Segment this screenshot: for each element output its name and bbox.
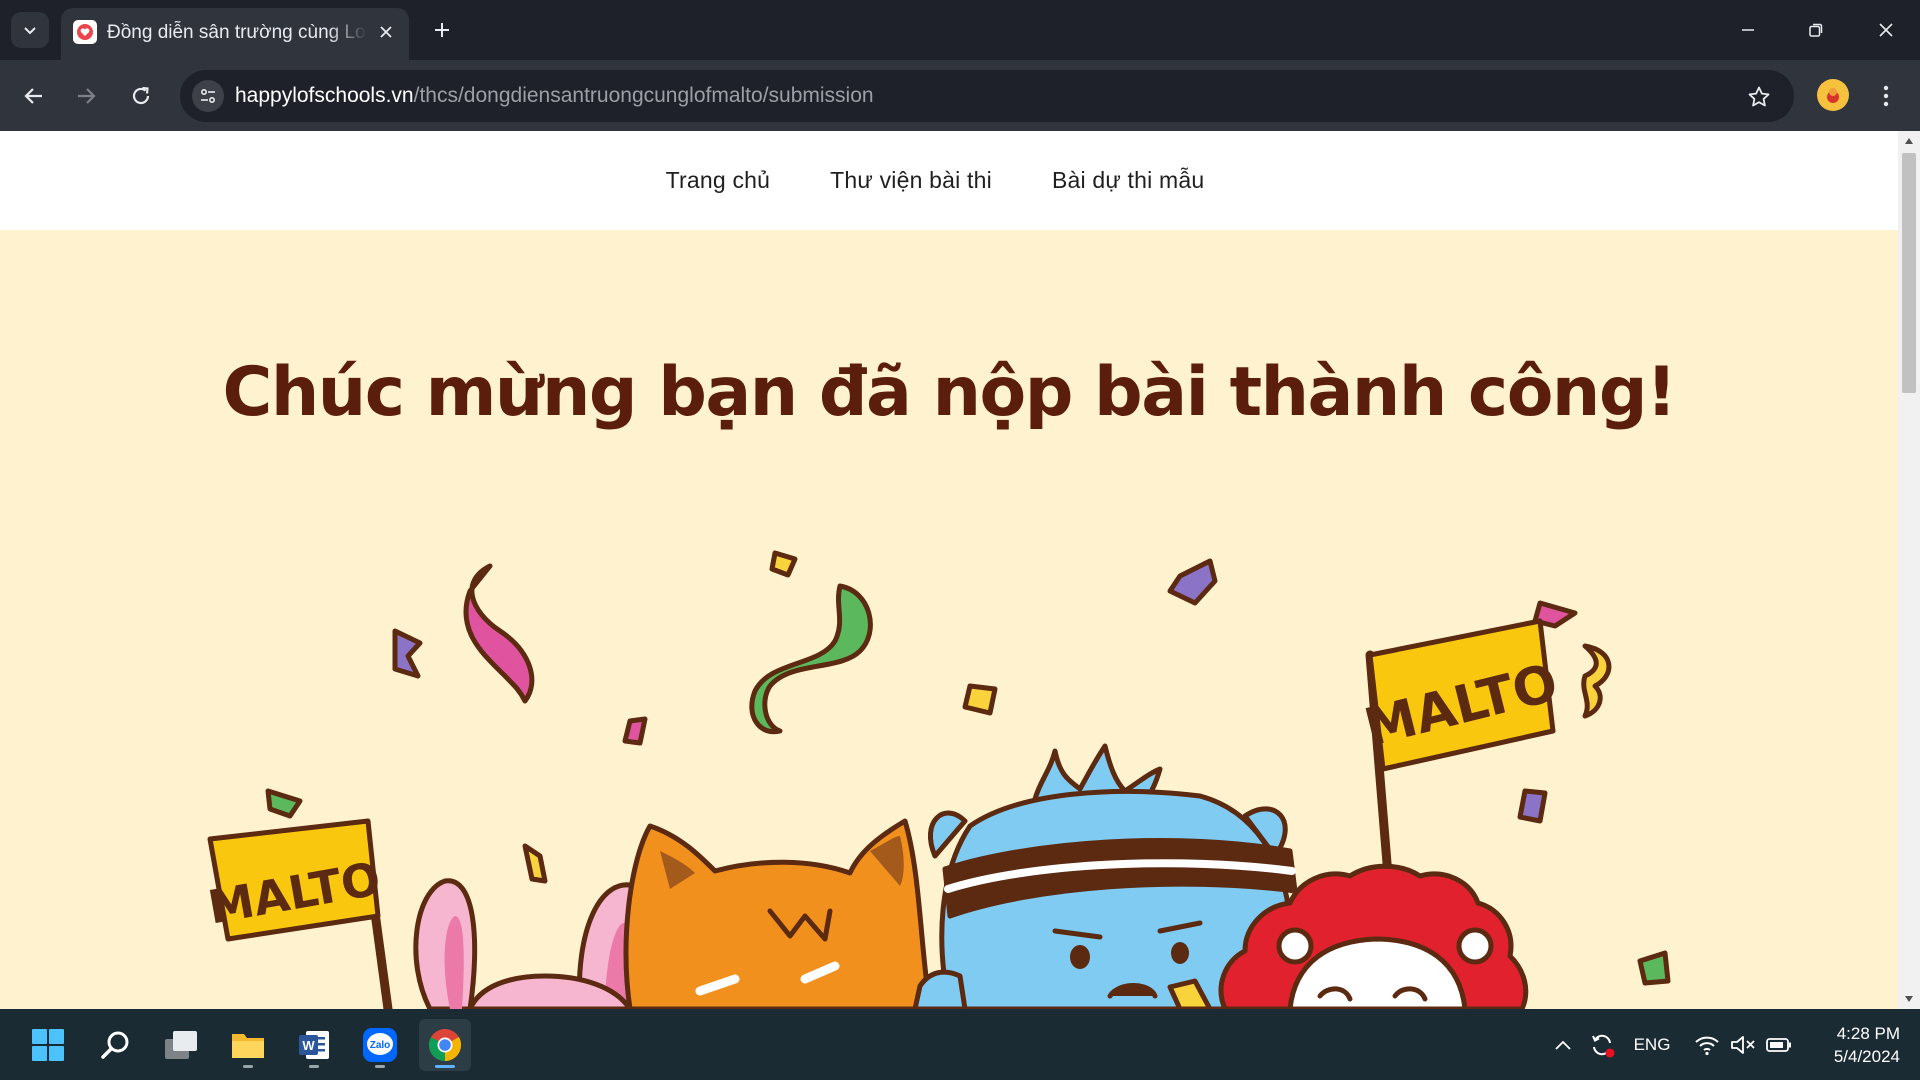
battery-button[interactable]: [1764, 1009, 1794, 1080]
avatar-icon: [1827, 88, 1839, 103]
confetti-yellow-squiggle: [1581, 643, 1612, 719]
tab-title: Đồng diễn sân trường cùng Lof: [107, 22, 367, 43]
celebration-illustration: MALTO MALTO: [204, 550, 1671, 1009]
close-icon: [1879, 23, 1893, 37]
clock-date: 5/4/2024: [1833, 1047, 1900, 1066]
page-scrollbar[interactable]: [1898, 131, 1920, 1009]
file-explorer-button[interactable]: [222, 1019, 274, 1071]
zalo-button[interactable]: Zalo: [354, 1019, 406, 1071]
confetti-purple-3: [1517, 788, 1548, 824]
search-icon: [101, 1031, 129, 1059]
confetti-pink-ribbon: [463, 563, 535, 704]
taskbar-search-button[interactable]: [90, 1019, 142, 1071]
chevron-down-icon: [24, 27, 36, 35]
scroll-down-arrow-icon[interactable]: [1898, 989, 1920, 1009]
minimize-icon: [1742, 29, 1754, 31]
page-title: Chúc mừng bạn đã nộp bài thành công!: [222, 353, 1677, 432]
url-path: /thcs/dongdiensantruongcunglofmalto/subm…: [413, 84, 874, 107]
word-icon: W: [299, 1031, 329, 1059]
profile-avatar[interactable]: [1817, 79, 1849, 111]
bookmark-star-icon[interactable]: [1744, 82, 1774, 112]
wifi-icon: [1695, 1036, 1719, 1055]
arrow-right-icon: [78, 88, 96, 104]
nav-link-home[interactable]: Trang chủ: [666, 167, 771, 194]
plus-icon: [435, 23, 449, 37]
sync-icon: [1592, 1034, 1615, 1057]
volume-button[interactable]: [1728, 1009, 1758, 1080]
browser-menu-button[interactable]: [1872, 79, 1900, 113]
battery-icon: [1766, 1037, 1791, 1052]
chrome-button[interactable]: [419, 1019, 471, 1071]
svg-text:Zalo: Zalo: [370, 1040, 391, 1051]
volume-muted-icon: [1731, 1035, 1755, 1054]
address-bar[interactable]: happylofschools.vn/thcs/dongdiensantruon…: [180, 70, 1794, 122]
arrow-left-icon: [24, 88, 42, 104]
confetti-green-ribbon: [749, 583, 873, 735]
windows-taskbar: W Zalo ENG 4:28 PM 5/4/2024: [0, 1009, 1920, 1080]
nav-link-sample[interactable]: Bài dự thi mẫu: [1052, 167, 1204, 194]
restore-button[interactable]: [1782, 0, 1850, 60]
new-tab-button[interactable]: [424, 12, 460, 48]
clock-time: 4:28 PM: [1836, 1024, 1900, 1043]
browser-tab[interactable]: Đồng diễn sân trường cùng Lof: [61, 8, 409, 60]
chevron-up-icon: [1555, 1040, 1571, 1050]
chrome-icon: [428, 1029, 462, 1061]
close-tab-icon[interactable]: [374, 20, 398, 44]
tab-search-button[interactable]: [11, 12, 49, 48]
page-viewport: Trang chủ Thư viện bài thi Bài dự thi mẫ…: [0, 131, 1898, 1009]
browser-toolbar: happylofschools.vn/thcs/dongdiensantruon…: [0, 60, 1920, 131]
windows-start-icon: [32, 1029, 64, 1061]
zalo-icon: Zalo: [363, 1028, 397, 1062]
language-text: ENG: [1633, 1034, 1671, 1054]
running-indicator: [243, 1065, 253, 1068]
back-button[interactable]: [14, 76, 54, 116]
word-button[interactable]: W: [288, 1019, 340, 1071]
confetti-green-3: [1637, 950, 1671, 986]
close-window-button[interactable]: [1852, 0, 1920, 60]
tray-overflow-button[interactable]: [1548, 1009, 1578, 1080]
restore-icon: [1809, 23, 1823, 37]
site-nav: Trang chủ Thư viện bài thi Bài dự thi mẫ…: [0, 131, 1898, 230]
task-view-button[interactable]: [155, 1019, 207, 1071]
url-host: happylofschools.vn: [235, 84, 414, 107]
more-vertical-icon: [1883, 85, 1889, 107]
start-button[interactable]: [22, 1019, 74, 1071]
folder-icon: [232, 1034, 264, 1058]
reload-icon: [132, 86, 150, 105]
confetti-purple-2: [1167, 558, 1218, 606]
running-indicator: [435, 1065, 455, 1068]
confetti-green-2: [265, 788, 303, 819]
svg-text:W: W: [302, 1038, 315, 1053]
running-indicator: [375, 1065, 385, 1068]
taskbar-clock[interactable]: 4:28 PM 5/4/2024: [1800, 1022, 1900, 1068]
confetti-pink-2: [622, 716, 648, 746]
url-text: happylofschools.vn/thcs/dongdiensantruon…: [235, 83, 874, 109]
scroll-up-arrow-icon[interactable]: [1898, 131, 1920, 151]
nav-link-library[interactable]: Thư viện bài thi: [830, 167, 992, 194]
task-view-icon: [165, 1031, 197, 1059]
confetti-yellow-3: [522, 843, 548, 884]
wifi-button[interactable]: [1692, 1009, 1722, 1080]
reload-button[interactable]: [121, 76, 161, 116]
running-indicator: [309, 1065, 319, 1068]
site-favicon-icon: [73, 20, 97, 44]
forward-button[interactable]: [66, 76, 106, 116]
browser-tab-strip: Đồng diễn sân trường cùng Lof: [0, 0, 1920, 60]
sync-status-button[interactable]: [1584, 1009, 1620, 1080]
site-info-icon[interactable]: [192, 80, 224, 112]
confetti-yellow-2: [962, 683, 998, 716]
language-indicator[interactable]: ENG: [1628, 1009, 1676, 1080]
confetti-yellow-1: [769, 550, 798, 578]
confetti-purple-1: [392, 628, 423, 679]
minimize-button[interactable]: [1714, 0, 1782, 60]
scroll-thumb[interactable]: [1902, 153, 1916, 393]
